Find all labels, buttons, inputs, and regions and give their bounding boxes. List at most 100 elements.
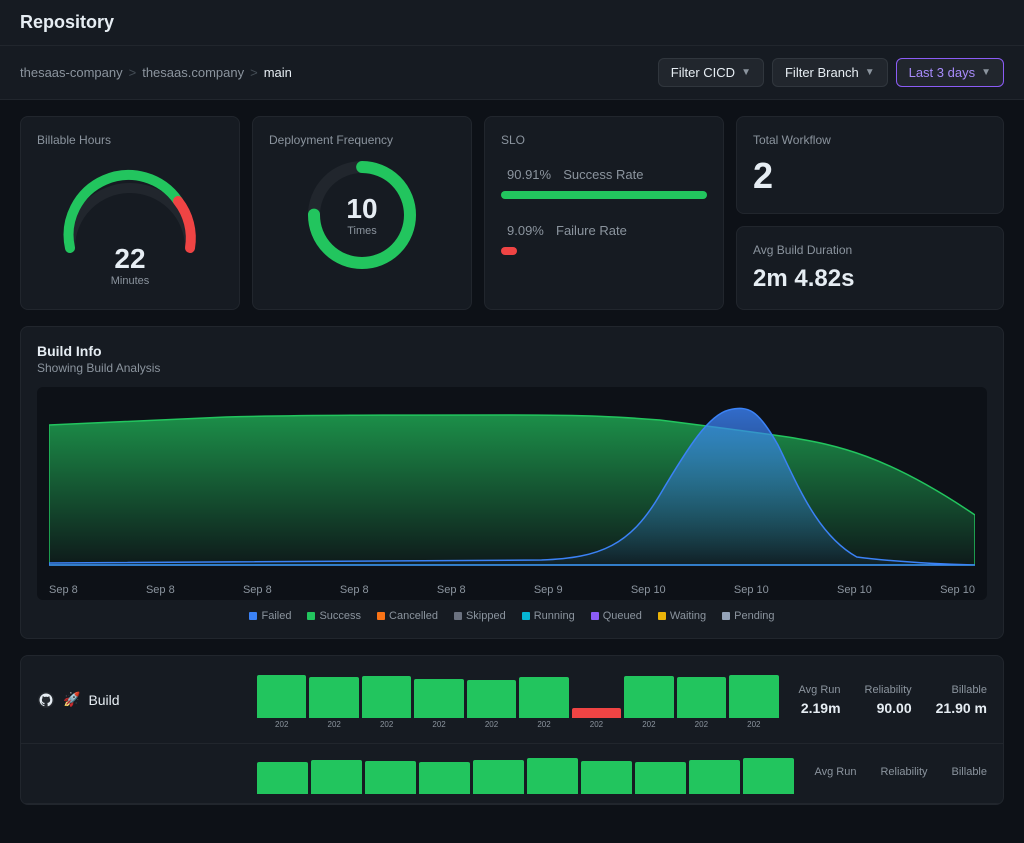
billable-hours-value: 22	[114, 243, 145, 275]
main-content: Billable Hours 22 Minutes Deployment Fre…	[0, 100, 1024, 821]
chevron-down-icon: ▼	[981, 67, 991, 78]
build-bar-chart: 202 202 202 202 202 202 202 202 202 202	[257, 670, 779, 729]
chevron-down-icon: ▼	[865, 67, 875, 78]
breadcrumb: thesaas-company > thesaas.company > main	[20, 65, 292, 80]
bar-10	[729, 675, 778, 718]
build-bars	[257, 670, 779, 718]
breadcrumb-repo[interactable]: thesaas.company	[142, 65, 244, 80]
billable-col-2: Billable	[952, 766, 987, 782]
build-info-title: Build Info	[37, 343, 987, 359]
bar2-7	[581, 761, 632, 794]
build-title[interactable]: Build	[88, 692, 119, 708]
donut-center: 10 Times	[346, 193, 377, 237]
slo-title: SLO	[501, 133, 707, 147]
gauge-container: 22 Minutes	[37, 155, 223, 287]
reliability-col-2: Reliability	[880, 766, 927, 782]
build-info-subtitle: Showing Build Analysis	[37, 361, 987, 375]
breadcrumb-sep1: >	[129, 65, 137, 80]
bar-1	[257, 675, 306, 718]
bar2-9	[689, 760, 740, 794]
filter-cicd-button[interactable]: Filter CICD ▼	[658, 58, 764, 87]
deployment-frequency-title: Deployment Frequency	[269, 133, 455, 147]
legend-success: Success	[307, 610, 361, 622]
deployment-frequency-card: Deployment Frequency 10 Times	[252, 116, 472, 310]
donut-container: 10 Times	[269, 155, 455, 275]
bar-8	[624, 676, 673, 718]
slo-success-row: 90.91% Success Rate	[501, 159, 707, 199]
total-workflow-title: Total Workflow	[753, 133, 987, 147]
build-bars-2	[257, 754, 794, 794]
bar2-4	[419, 762, 470, 793]
total-workflow-value: 2	[753, 155, 987, 197]
bar-9	[677, 677, 726, 718]
billable-hours-title: Billable Hours	[37, 133, 223, 147]
slo-failure-percent: 9.09% Failure Rate	[501, 215, 707, 241]
legend-failed: Failed	[249, 610, 291, 622]
running-dot	[522, 612, 530, 620]
slo-failure-bar	[501, 247, 517, 255]
pending-dot	[722, 612, 730, 620]
build-stats-2: Avg Run Reliability Billable	[814, 766, 987, 782]
bar-6	[519, 677, 568, 718]
chart-legend: Failed Success Cancelled Skipped Running…	[37, 610, 987, 622]
bar2-2	[311, 760, 362, 794]
gauge-svg	[50, 163, 210, 253]
right-stack: Total Workflow 2 Avg Build Duration 2m 4…	[736, 116, 1004, 310]
avg-run-col-2: Avg Run	[814, 766, 856, 782]
breadcrumb-sep2: >	[250, 65, 258, 80]
chart-area: Sep 8 Sep 8 Sep 8 Sep 8 Sep 8 Sep 9 Sep …	[37, 387, 987, 600]
billable-col: Billable 21.90 m	[936, 684, 987, 716]
slo-success-bar	[501, 191, 707, 199]
slo-failure-row: 9.09% Failure Rate	[501, 215, 707, 255]
build-name-1: 🚀 Build	[37, 691, 257, 709]
avg-run-col: Avg Run 2.19m	[799, 684, 841, 716]
billable-hours-unit: Minutes	[111, 275, 150, 287]
cancelled-dot	[377, 612, 385, 620]
bar-2	[309, 677, 358, 718]
reliability-col: Reliability 90.00	[865, 684, 912, 716]
legend-skipped: Skipped	[454, 610, 506, 622]
bar-3	[362, 676, 411, 718]
waiting-dot	[658, 612, 666, 620]
deployment-unit: Times	[346, 225, 377, 237]
build-stats-1: Avg Run 2.19m Reliability 90.00 Billable…	[799, 684, 987, 716]
rocket-icon: 🚀	[63, 691, 80, 708]
filter-branch-button[interactable]: Filter Branch ▼	[772, 58, 888, 87]
legend-running: Running	[522, 610, 575, 622]
breadcrumb-row: thesaas-company > thesaas.company > main…	[0, 46, 1024, 100]
total-workflow-card: Total Workflow 2	[736, 116, 1004, 214]
billable-hours-card: Billable Hours 22 Minutes	[20, 116, 240, 310]
bar-4	[414, 679, 463, 718]
breadcrumb-org[interactable]: thesaas-company	[20, 65, 123, 80]
legend-cancelled: Cancelled	[377, 610, 438, 622]
bar-labels: 202 202 202 202 202 202 202 202 202 202	[257, 720, 779, 729]
build-list-card: 🚀 Build 202	[20, 655, 1004, 805]
legend-waiting: Waiting	[658, 610, 706, 622]
success-dot	[307, 612, 315, 620]
slo-card: SLO 90.91% Success Rate 9.09% Failure Ra…	[484, 116, 724, 310]
top-bar: Repository	[0, 0, 1024, 46]
github-icon	[37, 691, 55, 709]
bar2-1	[257, 762, 308, 794]
bar2-5	[473, 760, 524, 794]
bar-5	[467, 680, 516, 718]
failed-dot	[249, 612, 257, 620]
bar2-3	[365, 761, 416, 794]
bar-7	[572, 708, 621, 718]
skipped-dot	[454, 612, 462, 620]
legend-queued: Queued	[591, 610, 642, 622]
legend-pending: Pending	[722, 610, 774, 622]
bar2-8	[635, 762, 686, 794]
breadcrumb-branch[interactable]: main	[264, 65, 292, 80]
chevron-down-icon: ▼	[741, 67, 751, 78]
area-chart-svg	[49, 395, 975, 575]
slo-success-percent: 90.91% Success Rate	[501, 159, 707, 185]
avg-build-duration-value: 2m 4.82s	[753, 265, 987, 293]
deployment-value: 10	[346, 193, 377, 225]
metrics-row: Billable Hours 22 Minutes Deployment Fre…	[20, 116, 1004, 310]
filter-time-button[interactable]: Last 3 days ▼	[896, 58, 1004, 87]
avg-build-duration-title: Avg Build Duration	[753, 243, 987, 257]
build-row-1: 🚀 Build 202	[21, 656, 1003, 744]
build-row-2: Avg Run Reliability Billable	[21, 744, 1003, 804]
bar2-10	[743, 758, 794, 793]
